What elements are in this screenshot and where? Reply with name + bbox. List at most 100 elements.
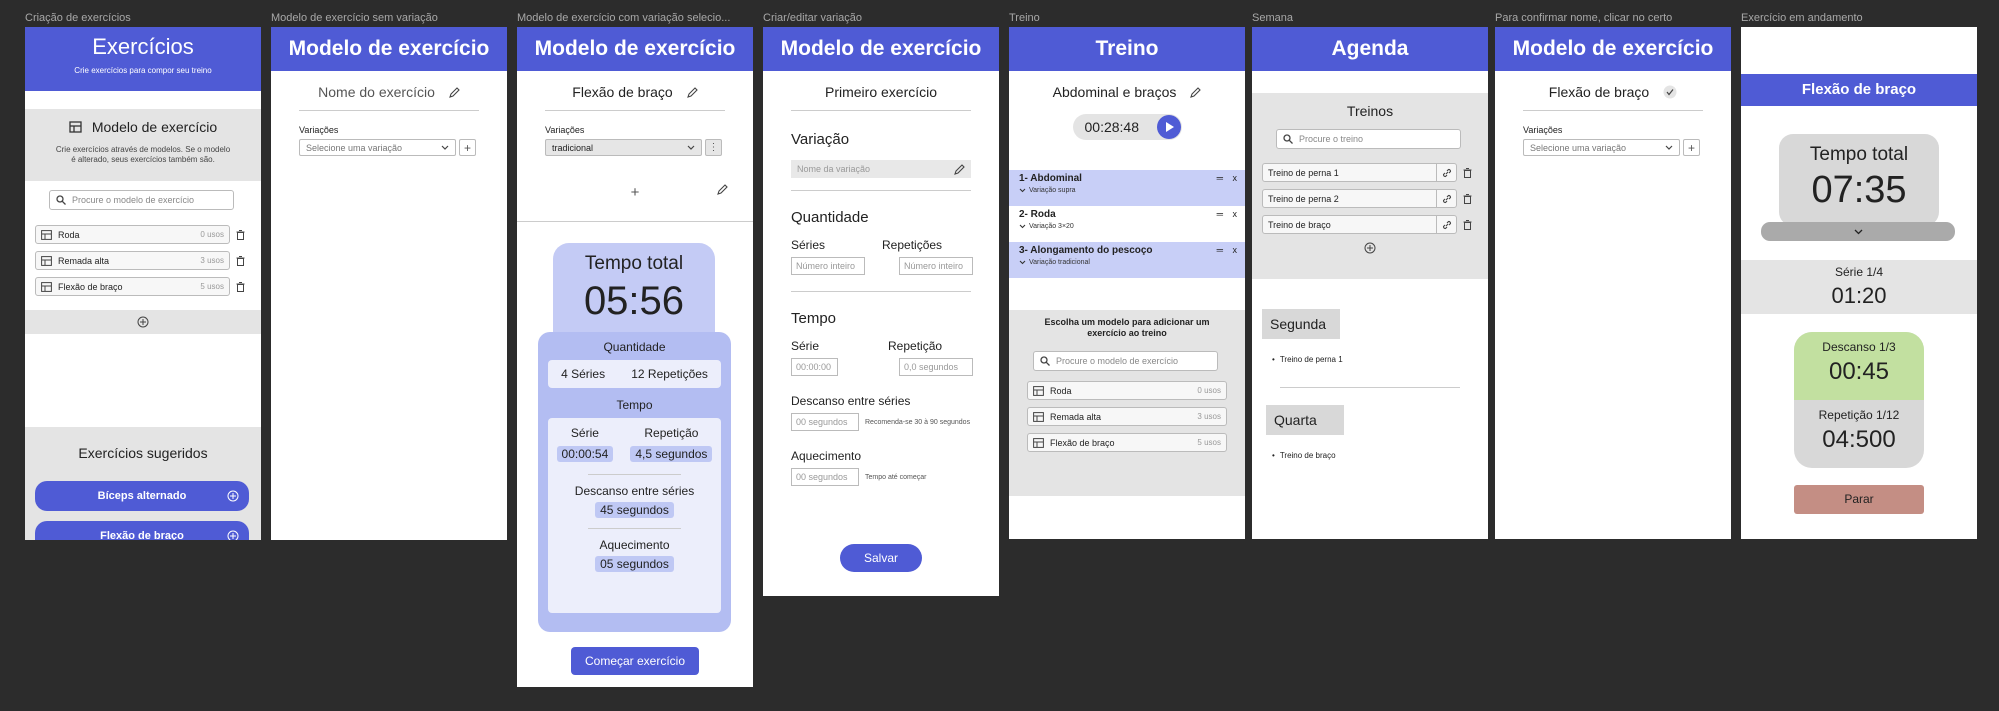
stop-button[interactable]: Parar [1794, 485, 1924, 514]
layout-icon [1033, 411, 1044, 422]
warmup-input[interactable]: 00 segundos [791, 468, 859, 486]
workout-exercise[interactable]: 2- Roda Variação 3×20 ═ x [1009, 206, 1245, 242]
workouts-section: Treinos Procure o treino Treino de perna… [1252, 93, 1488, 279]
search-input[interactable]: Procure o modelo de exercício [49, 190, 234, 210]
rep-input[interactable]: 0,0 segundos [899, 358, 973, 376]
expand-handle[interactable] [1761, 222, 1955, 241]
variation-select[interactable]: Selecione uma variação [1523, 139, 1680, 156]
search-input[interactable]: Procure o modelo de exercício [1033, 351, 1218, 371]
chevron-down-icon[interactable] [1019, 224, 1026, 229]
variation-options-button[interactable]: ⋮ [705, 139, 722, 156]
model-name: Roda [58, 229, 80, 240]
workout-exercise[interactable]: 1- Abdominal Variação supra ═ x [1009, 170, 1245, 206]
time-label: Tempo [616, 398, 653, 412]
add-variation-button[interactable]: + [459, 139, 476, 156]
plus-icon[interactable]: + [631, 184, 640, 201]
layout-icon [41, 255, 52, 266]
link-icon[interactable] [1436, 216, 1456, 233]
model-item[interactable]: Remada alta 3 usos [35, 251, 230, 270]
workout-item[interactable]: Treino de perna 1 [1262, 163, 1457, 182]
search-input[interactable]: Procure o treino [1276, 129, 1461, 149]
trash-icon[interactable] [236, 255, 245, 266]
variation-select[interactable]: Selecione uma variação [299, 139, 456, 156]
reps-label: Repetições [882, 238, 943, 252]
pencil-icon[interactable] [1190, 86, 1202, 98]
exercise-name: Flexão de braço [1548, 84, 1650, 100]
trash-icon[interactable] [1463, 219, 1472, 230]
exercise-name-field[interactable]: Flexão de braço [1495, 84, 1731, 100]
serie-input[interactable]: 00:00:00 [791, 358, 838, 376]
list-item: Treino de perna 1 [1262, 163, 1482, 182]
workout-name: Treino de braço [1268, 219, 1331, 230]
link-icon[interactable] [1436, 164, 1456, 181]
workout-exercise[interactable]: 3- Alongamento do pescoço Variação tradic… [1009, 242, 1245, 278]
check-icon[interactable] [1663, 85, 1677, 99]
header-title: Modelo de exercício [1495, 27, 1731, 71]
total-time-label: Tempo total [584, 253, 684, 274]
serie-value: 00:00:54 [556, 446, 614, 462]
play-icon[interactable] [1156, 114, 1182, 140]
workout-item[interactable]: Treino de perna 2 [1262, 189, 1457, 208]
plus-icon: + [1687, 140, 1695, 155]
variation-select[interactable]: tradicional [545, 139, 702, 156]
workout-name-field[interactable]: Abdominal e braços [1009, 84, 1245, 100]
serie-label: Série 1/4 [1834, 265, 1884, 279]
model-uses: 0 usos [1197, 386, 1221, 395]
trash-icon[interactable] [236, 281, 245, 292]
minus-icon[interactable]: ═ [1217, 173, 1223, 183]
chevron-down-icon[interactable] [1019, 188, 1026, 193]
model-item[interactable]: Roda 0 usos [1027, 381, 1227, 400]
suggested-button[interactable]: Flexão de braço [35, 521, 249, 540]
exercise-name-field[interactable]: Nome do exercício [271, 84, 507, 100]
add-variation-button[interactable]: + [1683, 139, 1700, 156]
total-time-label: Tempo total [1809, 144, 1909, 165]
model-uses: 5 usos [1197, 438, 1221, 447]
layout-icon [1033, 437, 1044, 448]
layout-icon [1033, 385, 1044, 396]
minus-icon[interactable]: ═ [1217, 209, 1223, 219]
model-item[interactable]: Remada alta 3 usos [1027, 407, 1227, 426]
plus-circle-icon[interactable] [25, 316, 261, 328]
suggested-button[interactable]: Bíceps alternado [35, 481, 249, 511]
variations-label: Variações [299, 125, 339, 135]
save-button[interactable]: Salvar [840, 544, 922, 572]
workout-item[interactable]: Treino de braço [1262, 215, 1457, 234]
minus-icon[interactable]: ═ [1217, 245, 1223, 255]
model-item[interactable]: Roda 0 usos [35, 225, 230, 244]
reps-input[interactable]: Número inteiro [899, 257, 973, 275]
quantity-title: Quantidade [791, 209, 869, 226]
close-icon[interactable]: x [1233, 245, 1238, 255]
search-placeholder: Procure o modelo de exercício [72, 195, 195, 205]
exercise-name-field[interactable]: Flexão de braço [517, 84, 753, 100]
frame-label: Criação de exercícios [25, 12, 131, 24]
trash-icon[interactable] [1463, 167, 1472, 178]
pencil-icon[interactable] [448, 86, 460, 98]
frame-modelo-sem-variacao: Modelo de exercício Nome do exercício Va… [271, 27, 507, 540]
close-icon[interactable]: x [1233, 209, 1238, 219]
rest-input[interactable]: 00 segundos [791, 413, 859, 431]
variation-title: Variação [791, 131, 850, 148]
pencil-icon[interactable] [954, 163, 965, 175]
series-input[interactable]: Número inteiro [791, 257, 865, 275]
search-icon [56, 195, 66, 205]
model-item[interactable]: Flexão de braço 5 usos [1027, 433, 1227, 452]
section-description: Crie exercícios através de modelos. Se o… [55, 145, 231, 164]
day-entry-label: Treino de perna 1 [1279, 355, 1343, 364]
link-icon[interactable] [1436, 190, 1456, 207]
variation-name-input[interactable]: Nome da variação [791, 160, 971, 178]
start-exercise-button[interactable]: Começar exercício [571, 647, 699, 675]
trash-icon[interactable] [236, 229, 245, 240]
exercise-title: Flexão de braço [1741, 74, 1977, 106]
trash-icon[interactable] [1463, 193, 1472, 204]
model-name: Flexão de braço [1050, 437, 1115, 448]
plus-circle-icon[interactable] [1252, 242, 1488, 254]
pencil-icon[interactable] [717, 184, 728, 195]
layout-icon [41, 281, 52, 292]
pencil-icon[interactable] [686, 86, 698, 98]
model-item[interactable]: Flexão de braço 5 usos [35, 277, 230, 296]
rep-label: Repetição [888, 339, 943, 353]
search-placeholder: Procure o modelo de exercício [1056, 356, 1179, 366]
close-icon[interactable]: x [1233, 173, 1238, 183]
variations-label: Variações [545, 125, 585, 135]
chevron-down-icon[interactable] [1019, 260, 1026, 265]
